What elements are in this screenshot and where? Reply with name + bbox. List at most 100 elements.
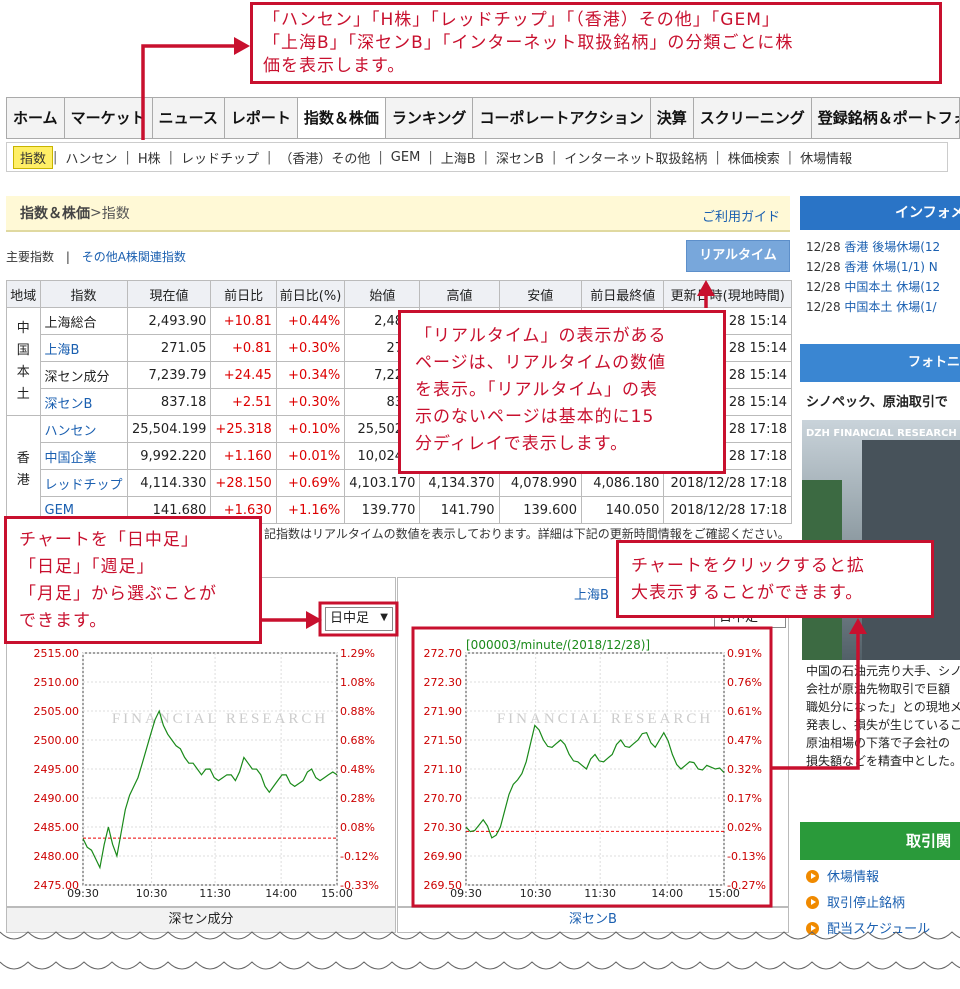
- sub-nav-item-3[interactable]: レッドチップ: [173, 148, 267, 167]
- main-nav-item-4[interactable]: 指数＆株価: [297, 98, 386, 138]
- news-item[interactable]: 12/28 香港 休場(1/1) N: [806, 258, 938, 275]
- main-nav-item-9[interactable]: 登録銘柄＆ポートフォ: [812, 98, 959, 138]
- news-item[interactable]: 12/28 中国本土 休場(12: [806, 278, 940, 295]
- trading-link[interactable]: 取引停止銘柄: [806, 892, 905, 911]
- trading-link-label: 取引停止銘柄: [827, 896, 906, 911]
- callout-line: できます。: [19, 611, 108, 631]
- trading-link-label: 休場情報: [827, 870, 880, 885]
- table-header-cell: 前日比: [210, 280, 277, 308]
- y-left-tick: 2505.00: [34, 705, 80, 718]
- callout-chart-period: チャートを「日中足」 「日足」「週足」 「月足」から選ぶことが できます。: [4, 516, 262, 644]
- y-left-tick: 270.70: [424, 792, 463, 805]
- torn-edge: [0, 931, 960, 989]
- sub-nav-item-9[interactable]: 株価検索: [720, 148, 788, 167]
- y-right-tick: 0.32%: [727, 763, 762, 776]
- main-index-label: 主要指数: [6, 250, 55, 264]
- index-name[interactable]: ハンセン: [39, 415, 128, 443]
- table-header-cell: 指数: [39, 280, 128, 308]
- news-item[interactable]: 12/28 香港 後場休場(12: [806, 238, 940, 255]
- news-date: 12/28: [806, 260, 845, 274]
- guide-link[interactable]: ご利用ガイド: [702, 206, 780, 225]
- news-text[interactable]: 中国本土 休場(12: [844, 280, 940, 294]
- table-header-cell: 前日比(%): [275, 280, 346, 308]
- breadcrumb-parent[interactable]: 指数＆株価: [20, 203, 90, 223]
- main-nav-item-8[interactable]: スクリーニング: [694, 98, 812, 138]
- other-a-share-link[interactable]: その他A株関連指数: [82, 250, 186, 264]
- photo-text-line: 会社が原油先物取引で巨額: [806, 682, 951, 696]
- index-name[interactable]: レッドチップ: [39, 469, 128, 497]
- cell-chg: +2.51: [210, 388, 277, 416]
- callout-line: 「日足」「週足」: [19, 557, 155, 577]
- cell-chg: +1.160: [210, 442, 277, 470]
- y-left-tick: 271.50: [424, 734, 463, 747]
- main-nav-item-6[interactable]: コーポレートアクション: [473, 98, 651, 138]
- y-right-tick: 0.91%: [727, 647, 762, 660]
- y-right-tick: 0.68%: [340, 734, 375, 747]
- callout-line: 分ディレイで表示します。: [415, 434, 629, 454]
- cell-pct: +0.10%: [275, 415, 346, 443]
- chevron-down-icon: ▼: [380, 612, 388, 623]
- realtime-button[interactable]: リアルタイム: [686, 240, 790, 272]
- sub-nav-item-10[interactable]: 休場情報: [792, 148, 860, 167]
- news-date: 12/28: [806, 280, 845, 294]
- sub-nav-item-5[interactable]: GEM: [383, 150, 429, 165]
- x-tick: 14:00: [651, 887, 683, 900]
- sub-nav-item-6[interactable]: 上海B: [433, 148, 484, 167]
- callout-line: チャートをクリックすると拡: [631, 556, 865, 576]
- photo-text-line: 損失額などを精査中とした。: [806, 754, 960, 768]
- arrowhead-top: [234, 37, 250, 55]
- sub-nav-item-7[interactable]: 深センB: [488, 148, 552, 167]
- callout-line: 大表示することができます。: [631, 583, 864, 603]
- tab-shenzhen-b-label: 深センB: [569, 912, 617, 927]
- sub-nav-item-4[interactable]: （香港）その他: [271, 148, 378, 167]
- callout-line: を表示。「リアルタイム」の表: [415, 380, 658, 400]
- cell-time: 2018/12/28 17:18: [663, 496, 792, 524]
- x-tick: 15:00: [708, 887, 740, 900]
- photo-text-line: 職処分になった」との現地メ: [806, 700, 960, 714]
- chart-heading-shanghai-b[interactable]: 上海B: [574, 584, 609, 603]
- main-nav-item-2[interactable]: ニュース: [153, 98, 225, 138]
- x-tick: 09:30: [67, 887, 99, 900]
- period-select-left[interactable]: 日中足 ▼: [325, 607, 393, 631]
- sub-nav-item-2[interactable]: H株: [130, 148, 169, 167]
- cell-price: 4,114.330: [126, 469, 212, 497]
- breadcrumb-current: 指数: [101, 206, 130, 222]
- tab-shenzhen-component-label: 深セン成分: [168, 912, 234, 927]
- callout-line: 価を表示します。: [263, 56, 406, 76]
- index-name: 深セン成分: [39, 361, 128, 389]
- main-nav: ホーム マーケット ニュース レポート 指数＆株価 ランキング コーポレートアクション 決算ス…: [6, 97, 960, 139]
- sub-nav-item-1[interactable]: ハンセン: [57, 148, 125, 167]
- trading-link[interactable]: 休場情報: [806, 866, 879, 885]
- y-right-tick: 1.08%: [340, 676, 375, 689]
- photo-news-headline[interactable]: シノペック、原油取引で: [806, 391, 948, 410]
- cell-price: 837.18: [126, 388, 212, 416]
- index-name[interactable]: 中国企業: [39, 442, 128, 470]
- callout-categories: 「ハンセン」「H株」「レッドチップ」「（香港）その他」「GEM」 「上海B」「深セ…: [250, 2, 942, 84]
- watermark-text: FINANCIAL RESEARCH: [497, 711, 713, 727]
- cell-open: 139.770: [344, 496, 421, 524]
- cell-pct: +0.30%: [275, 334, 346, 362]
- main-nav-item-0[interactable]: ホーム: [7, 98, 65, 138]
- x-tick: 10:30: [136, 887, 168, 900]
- main-nav-item-1[interactable]: マーケット: [65, 98, 153, 138]
- news-text[interactable]: 香港 後場休場(12: [844, 240, 940, 254]
- sub-nav-item-0[interactable]: 指数: [13, 145, 54, 169]
- callout-line: 示のないページは基本的に15: [415, 407, 655, 427]
- trading-header: 取引関: [800, 822, 960, 860]
- index-name[interactable]: 深センB: [39, 388, 128, 416]
- main-nav-item-7[interactable]: 決算: [651, 98, 694, 138]
- news-text[interactable]: 中国本土 休場(1/: [844, 300, 936, 314]
- y-right-tick: 0.17%: [727, 792, 762, 805]
- y-left-tick: 271.10: [424, 763, 463, 776]
- table-header-cell: 前日最終値: [580, 280, 665, 308]
- sub-nav-item-8[interactable]: インターネット取扱銘柄: [556, 148, 715, 167]
- watermark-text: FINANCIAL RESEARCH: [112, 711, 328, 727]
- x-tick: 11:30: [199, 887, 231, 900]
- index-name[interactable]: 上海B: [39, 334, 128, 362]
- region-cell: 中国 本土: [6, 307, 41, 416]
- cell-pct: +1.16%: [275, 496, 346, 524]
- main-nav-item-3[interactable]: レポート: [225, 98, 298, 138]
- main-nav-item-5[interactable]: ランキング: [386, 98, 474, 138]
- news-item[interactable]: 12/28 中国本土 休場(1/: [806, 298, 937, 315]
- news-text[interactable]: 香港 休場(1/1) N: [844, 260, 937, 274]
